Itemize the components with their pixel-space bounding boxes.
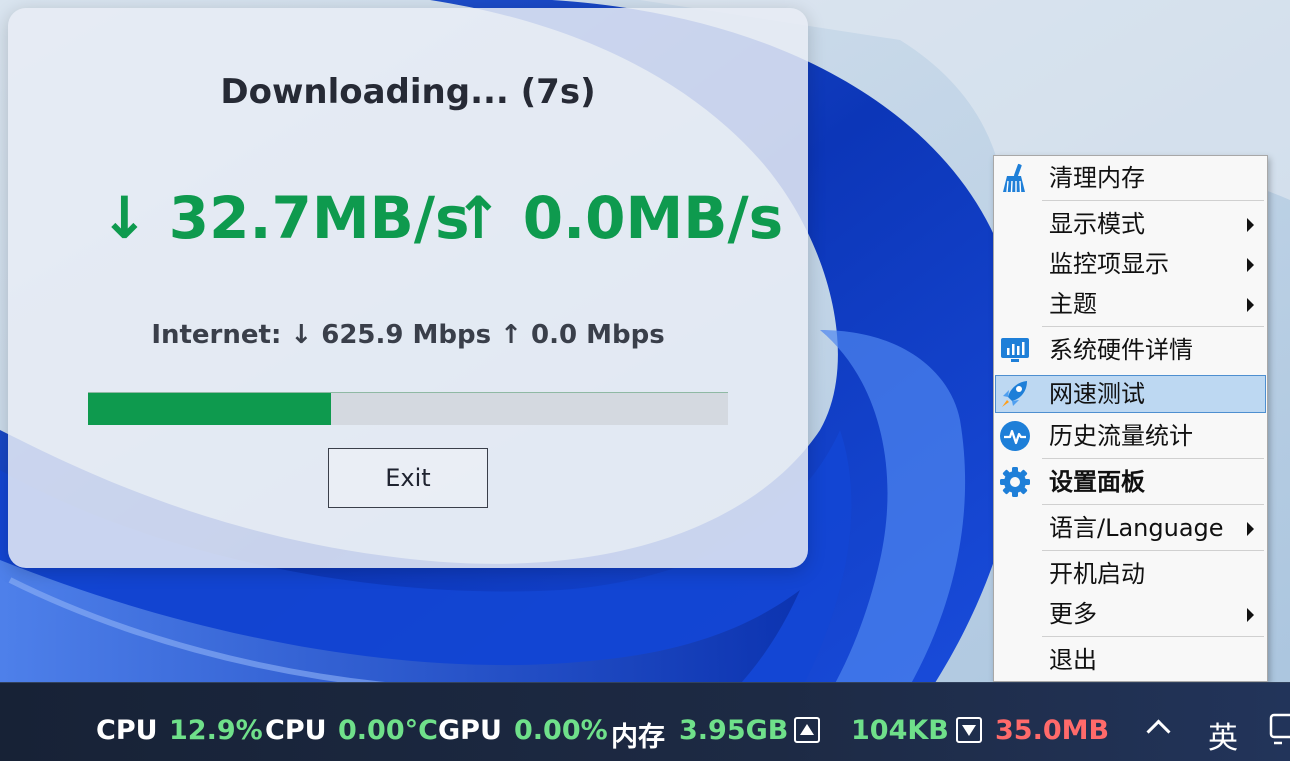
- cpu-label: CPU: [96, 715, 158, 746]
- exit-button[interactable]: Exit: [328, 448, 488, 508]
- menu-item-more[interactable]: 更多: [996, 596, 1265, 632]
- menu-item-monitor-items[interactable]: 监控项显示: [996, 246, 1265, 282]
- speed-test-panel: Downloading... (7s) ↓ 32.7MB/s ↑ 0.0MB/s…: [8, 8, 808, 568]
- gpu-label: GPU: [438, 715, 502, 746]
- tray-context-menu: 清理内存 显示模式 监控项显示 主题 系统硬件详情 网速测试 历史流量统计 设置…: [993, 155, 1268, 682]
- gear-icon: [1000, 467, 1030, 497]
- menu-item-display-mode[interactable]: 显示模式: [996, 206, 1265, 242]
- menu-label: 清理内存: [1049, 164, 1145, 192]
- menu-item-autostart[interactable]: 开机启动: [996, 556, 1265, 592]
- download-progress-fill: [88, 393, 332, 425]
- menu-separator: [1042, 550, 1264, 551]
- menu-item-theme[interactable]: 主题: [996, 286, 1265, 322]
- menu-separator: [1042, 504, 1264, 505]
- menu-separator: [1042, 200, 1264, 201]
- upload-speed: ↑ 0.0MB/s: [454, 184, 784, 252]
- menu-label: 设置面板: [1049, 468, 1145, 496]
- download-speed: ↓ 32.7MB/s: [100, 184, 470, 252]
- menu-label: 监控项显示: [1049, 250, 1169, 278]
- input-method-indicator[interactable]: 英: [1208, 713, 1238, 757]
- cpu-temp-value: 0.00°C: [338, 715, 438, 746]
- menu-label: 语言/Language: [1049, 514, 1224, 542]
- submenu-arrow-icon: [1247, 522, 1254, 536]
- menu-label: 显示模式: [1049, 210, 1145, 238]
- rocket-icon: [1002, 381, 1027, 407]
- menu-label: 开机启动: [1049, 560, 1145, 588]
- memory-value: 3.95GB: [679, 715, 789, 746]
- download-arrow-icon: [956, 717, 982, 743]
- download-speed-value: 35.0MB: [995, 715, 1110, 746]
- menu-label: 退出: [1049, 646, 1097, 674]
- menu-label: 主题: [1049, 290, 1097, 318]
- menu-separator: [1042, 326, 1264, 327]
- submenu-arrow-icon: [1247, 258, 1254, 272]
- menu-item-exit[interactable]: 退出: [996, 642, 1265, 678]
- submenu-arrow-icon: [1247, 608, 1254, 622]
- gpu-usage-value: 0.00%: [514, 715, 608, 746]
- memory-label: 内存: [611, 722, 665, 753]
- upload-speed-value: 104KB: [851, 715, 949, 746]
- cpu-usage-value: 12.9%: [169, 715, 263, 746]
- menu-item-clean-memory[interactable]: 清理内存: [996, 160, 1265, 196]
- broom-icon: [1003, 163, 1025, 193]
- menu-item-traffic-history[interactable]: 历史流量统计: [996, 418, 1265, 454]
- menu-label: 网速测试: [1049, 380, 1145, 408]
- pulse-icon: [1000, 421, 1030, 451]
- taskbar: CPU 12.9% CPU 0.00°C GPU 0.00% 内存 3.95GB…: [0, 682, 1290, 761]
- menu-item-language[interactable]: 语言/Language: [996, 510, 1265, 546]
- submenu-arrow-icon: [1247, 218, 1254, 232]
- menu-item-hardware-details[interactable]: 系统硬件详情: [996, 332, 1265, 368]
- cpu-temp-label: CPU: [265, 715, 327, 746]
- menu-separator: [1042, 636, 1264, 637]
- monitor-icon[interactable]: [1268, 713, 1290, 747]
- menu-label: 更多: [1049, 600, 1097, 628]
- menu-separator: [1042, 458, 1264, 459]
- internet-speed-line: Internet: ↓ 625.9 Mbps ↑ 0.0 Mbps: [151, 320, 665, 350]
- hardware-monitor-icon: [1001, 338, 1029, 362]
- menu-label: 系统硬件详情: [1049, 336, 1193, 364]
- menu-item-settings-panel[interactable]: 设置面板: [996, 464, 1265, 500]
- menu-label: 历史流量统计: [1049, 422, 1193, 450]
- download-progress-bar: [88, 392, 728, 425]
- show-hidden-icons-chevron-icon[interactable]: [1146, 719, 1171, 744]
- menu-item-speed-test[interactable]: 网速测试: [995, 375, 1266, 413]
- upload-arrow-icon: [794, 717, 820, 743]
- speed-test-title: Downloading... (7s): [220, 72, 596, 112]
- submenu-arrow-icon: [1247, 298, 1254, 312]
